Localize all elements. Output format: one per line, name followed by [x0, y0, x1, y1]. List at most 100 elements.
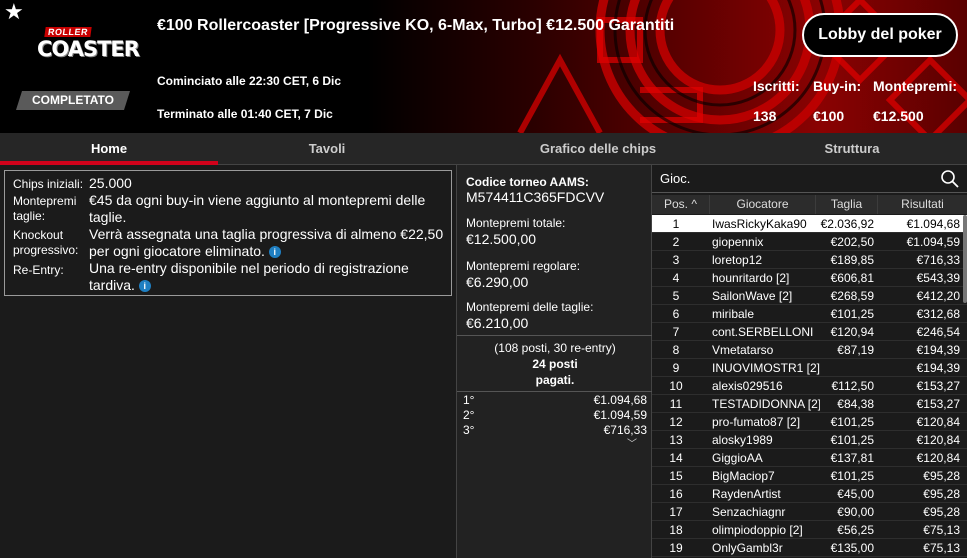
column-header-pos[interactable]: Pos. ^	[652, 195, 710, 214]
knockout-label-2: progressivo:	[13, 243, 79, 257]
info-icon[interactable]: i	[138, 280, 151, 293]
tournament-header: ★ ROLLER COASTER COMPLETATO €100 Rollerc…	[0, 0, 967, 133]
player-result: €412,20	[916, 289, 960, 303]
player-name: miribale	[712, 307, 755, 321]
bounty-prize-value: €6.210,00	[466, 315, 529, 331]
player-result: €194,39	[916, 361, 960, 375]
table-row[interactable]: 12 pro-fumato87 [2] €101,25 €120,84	[652, 413, 967, 431]
table-row[interactable]: 15 BigMaciop7 €101,25 €95,28	[652, 467, 967, 485]
poker-lobby-button[interactable]: Lobby del poker	[802, 13, 958, 57]
player-bounty: €606,81	[830, 271, 874, 285]
knockout-label-1: Knockout	[13, 228, 64, 242]
tab-tavoli[interactable]: Tavoli	[218, 133, 436, 165]
player-position: 15	[669, 469, 683, 483]
player-bounty: €84,38	[837, 397, 874, 411]
table-row[interactable]: 16 RaydenArtist €45,00 €95,28	[652, 485, 967, 503]
table-row[interactable]: 18 olimpiodoppio [2] €56,25 €75,13	[652, 521, 967, 539]
player-name: alosky1989	[712, 433, 773, 447]
player-bounty: €120,94	[830, 325, 874, 339]
chevron-down-icon[interactable]: ﹀	[627, 435, 637, 450]
player-result: €543,39	[916, 271, 960, 285]
player-result: €75,13	[923, 541, 960, 555]
player-result: €194,39	[916, 343, 960, 357]
tournament-info-panel: Chips iniziali: 25.000 Montepremi taglie…	[4, 170, 452, 296]
player-position: 17	[669, 505, 683, 519]
player-position: 19	[669, 541, 683, 555]
player-search-label: Gioc.	[660, 171, 691, 186]
regular-prize-value: €6.290,00	[466, 274, 529, 290]
player-bounty: €101,25	[830, 307, 874, 321]
player-name: INUOVIMOSTR1 [2]	[712, 361, 820, 375]
player-name: loretop12	[712, 253, 763, 267]
total-prize-label: Montepremi totale:	[466, 216, 566, 230]
player-name: Senzachiagnr	[712, 505, 786, 519]
page-title: €100 Rollercoaster [Progressive KO, 6-Ma…	[157, 17, 675, 34]
total-prize-value: €12.500,00	[466, 231, 537, 247]
table-row[interactable]: 4 hounritardo [2] €606,81 €543,39	[652, 269, 967, 287]
column-header-bounty[interactable]: Taglia	[816, 195, 878, 214]
column-header-player[interactable]: Giocatore	[710, 195, 816, 214]
buyin-value: €100	[813, 108, 845, 124]
bounty-pool-label-2: taglie:	[13, 209, 46, 223]
table-row[interactable]: 7 cont.SERBELLONI €120,94 €246,54	[652, 323, 967, 341]
player-result: €95,28	[923, 469, 960, 483]
table-row[interactable]: 8 Vmetatarso €87,19 €194,39	[652, 341, 967, 359]
player-position: 9	[672, 361, 680, 375]
player-position: 18	[669, 523, 683, 537]
player-list-scrollbar[interactable]	[963, 215, 967, 303]
aams-code-value: M574411C365FDCVV	[466, 189, 605, 205]
player-bounty: €90,00	[837, 505, 874, 519]
player-position: 8	[672, 343, 680, 357]
table-row[interactable]: 19 OnlyGambl3r €135,00 €75,13	[652, 539, 967, 557]
player-result: €153,27	[916, 379, 960, 393]
table-row[interactable]: 11 TESTADIDONNA [2] €84,38 €153,27	[652, 395, 967, 413]
player-bounty: €189,85	[830, 253, 874, 267]
table-row[interactable]: 10 alexis029516 €112,50 €153,27	[652, 377, 967, 395]
player-name: GiggioAA	[712, 451, 763, 465]
player-bounty: €202,50	[830, 235, 874, 249]
player-table-body: 1 IwasRickyKaka90 €2.036,92 €1.094,68 2 giope…	[652, 215, 967, 557]
player-bounty: €2.036,92	[820, 217, 874, 231]
player-bounty: €87,19	[837, 343, 874, 357]
aams-code-label: Codice torneo AAMS:	[466, 175, 589, 189]
buyin-label: Buy-in:	[813, 78, 862, 94]
bounty-pool-value: €45 da ogni buy-in viene aggiunto al mon…	[89, 192, 426, 225]
players-panel: Gioc. Pos. ^ Giocatore Taglia Risultati …	[652, 165, 967, 558]
player-name: giopennix	[712, 235, 764, 249]
search-icon[interactable]	[940, 169, 960, 189]
player-result: €1.094,59	[906, 235, 960, 249]
player-position: 4	[672, 271, 680, 285]
active-tab-indicator	[0, 161, 218, 165]
table-row[interactable]: 1 IwasRickyKaka90 €2.036,92 €1.094,68	[652, 215, 967, 233]
table-row[interactable]: 9 INUOVIMOSTR1 [2] €194,39	[652, 359, 967, 377]
player-position: 1	[672, 217, 680, 231]
player-name: OnlyGambl3r	[712, 541, 783, 555]
tab-chip-chart[interactable]: Grafico delle chips	[480, 133, 716, 165]
table-row[interactable]: 13 alosky1989 €101,25 €120,84	[652, 431, 967, 449]
table-row[interactable]: 14 GiggioAA €137,81 €120,84	[652, 449, 967, 467]
player-search-bar[interactable]: Gioc.	[652, 165, 967, 193]
tab-structure[interactable]: Struttura	[738, 133, 966, 165]
table-row[interactable]: 3 loretop12 €189,85 €716,33	[652, 251, 967, 269]
info-icon[interactable]: i	[268, 246, 281, 259]
player-bounty: €45,00	[837, 487, 874, 501]
player-name: RaydenArtist	[712, 487, 781, 501]
player-position: 6	[672, 307, 680, 321]
player-result: €95,28	[923, 505, 960, 519]
player-table-header: Pos. ^ Giocatore Taglia Risultati	[652, 195, 967, 214]
entries-value: 138	[753, 108, 777, 124]
table-row[interactable]: 5 SailonWave [2] €268,59 €412,20	[652, 287, 967, 305]
bounty-pool-label-1: Montepremi	[13, 194, 77, 208]
table-row[interactable]: 17 Senzachiagnr €90,00 €95,28	[652, 503, 967, 521]
start-time: Cominciato alle 22:30 CET, 6 Dic	[157, 74, 342, 88]
table-row[interactable]: 6 miribale €101,25 €312,68	[652, 305, 967, 323]
favorite-star-icon[interactable]: ★	[4, 1, 24, 23]
paid-places-text: (108 posti, 30 re-entry) 24 posti pagati…	[494, 341, 616, 387]
sort-up-icon: ^	[691, 197, 697, 211]
table-row[interactable]: 2 giopennix €202,50 €1.094,59	[652, 233, 967, 251]
end-time: Terminato alle 01:40 CET, 7 Dic	[157, 107, 333, 121]
player-result: €246,54	[916, 325, 960, 339]
column-header-results[interactable]: Risultati	[878, 195, 967, 214]
player-bounty: €101,25	[830, 469, 874, 483]
player-position: 13	[669, 433, 683, 447]
